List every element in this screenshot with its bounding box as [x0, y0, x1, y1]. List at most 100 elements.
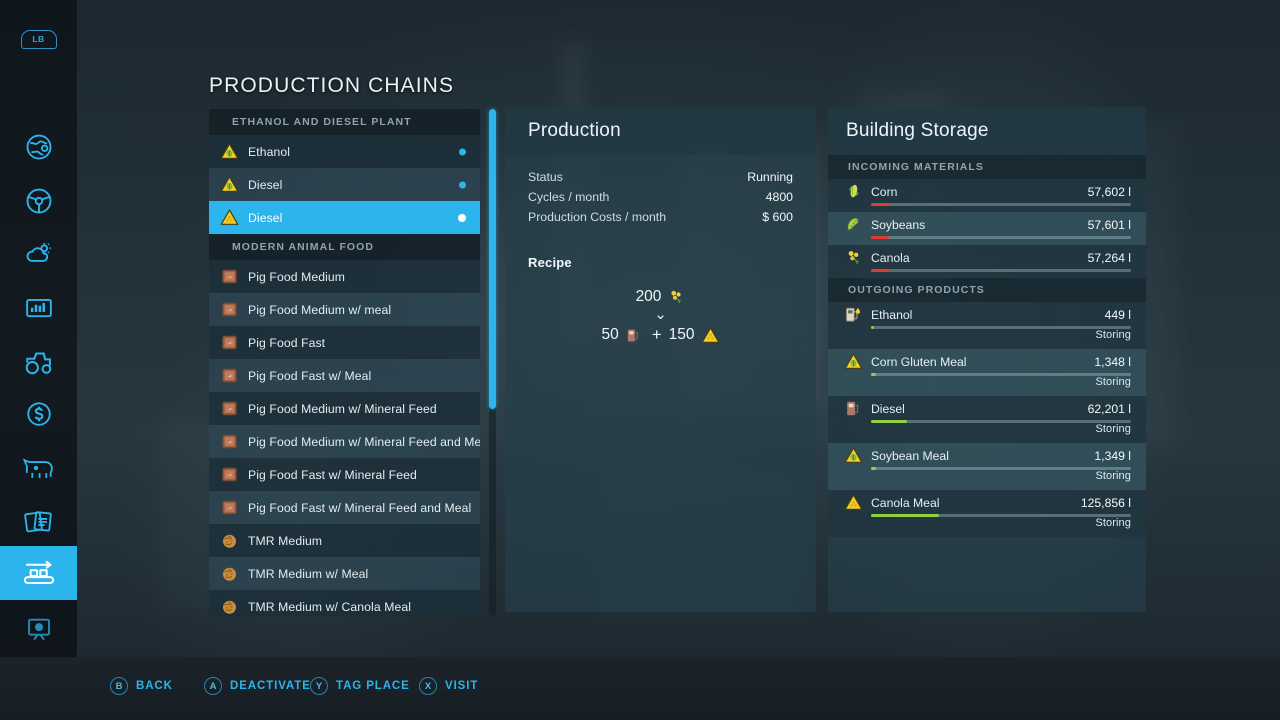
hint-label: DEACTIVATE: [230, 680, 311, 692]
list-item-status-dot: [458, 213, 466, 222]
storage-row-fill-bar: [871, 420, 1131, 423]
production-stat-key: Production Costs / month: [528, 210, 667, 224]
storage-row-name: Soybeans: [871, 217, 926, 232]
list-item-icon: [220, 531, 239, 550]
storage-row-fill: [871, 373, 877, 376]
list-item-label: Pig Food Medium: [248, 269, 346, 284]
sidebar-item-finances[interactable]: [0, 387, 77, 441]
sidebar-item-statistics[interactable]: [0, 281, 77, 335]
storage-row-icon: [844, 305, 863, 324]
storage-row[interactable]: Soybean Meal 1,349 l Storing: [828, 443, 1146, 490]
storage-row-name: Corn: [871, 184, 898, 199]
pig-food-icon: [222, 368, 237, 383]
hazard-green-icon: [220, 143, 239, 159]
list-item-label: Pig Food Fast w/ Meal: [248, 368, 372, 383]
sidebar-item-vehicle-overview[interactable]: [0, 335, 77, 389]
sidebar-item-contracts[interactable]: [0, 495, 77, 549]
list-item-label: Diesel: [248, 210, 283, 225]
production-stat-key: Cycles / month: [528, 190, 610, 204]
list-item-icon: [220, 597, 239, 616]
storage-row[interactable]: Corn 57,602 l: [828, 179, 1146, 212]
sidebar-item-map[interactable]: [0, 120, 77, 174]
pig-food-icon: [222, 401, 237, 416]
storage-row[interactable]: Canola Meal 125,856 l Storing: [828, 490, 1146, 537]
production-list-item[interactable]: Pig Food Medium w/ meal: [209, 293, 480, 326]
production-stat-row: Cycles / month 4800: [505, 187, 816, 207]
production-list-item[interactable]: Pig Food Medium w/ Mineral Feed: [209, 392, 480, 425]
list-item-icon: [220, 142, 239, 161]
storage-row-fill: [871, 420, 908, 423]
hazard-yellow-icon: [220, 209, 239, 225]
production-list-item[interactable]: Pig Food Fast: [209, 326, 480, 359]
hint-label: VISIT: [445, 680, 479, 692]
finances-icon: [26, 402, 51, 426]
storage-row[interactable]: Canola 57,264 l: [828, 245, 1146, 278]
storage-row[interactable]: Soybeans 57,601 l: [828, 212, 1146, 245]
production-list-item[interactable]: Ethanol: [209, 135, 480, 168]
hazard-yellow-icon: [844, 494, 863, 510]
ethanol-pump-icon: [845, 307, 860, 322]
storage-row-status: Storing: [1095, 376, 1131, 388]
list-item-label: Pig Food Medium w/ Mineral Feed and Meal: [248, 434, 480, 449]
production-list-item[interactable]: Pig Food Medium w/ Mineral Feed and Meal: [209, 425, 480, 458]
contracts-icon: [23, 511, 52, 533]
storage-row[interactable]: Ethanol 449 l Storing: [828, 302, 1146, 349]
storage-row-fill: [871, 203, 890, 206]
sidebar-item-gallery[interactable]: [0, 602, 77, 656]
page-title: PRODUCTION CHAINS: [209, 74, 455, 97]
hint-key-badge: X: [419, 677, 437, 695]
hazard-green-icon: [844, 447, 863, 463]
animals-icon: [22, 458, 53, 478]
building-storage-panel: Building Storage INCOMING MATERIALS Corn…: [828, 107, 1146, 612]
storage-row-name: Diesel: [871, 401, 905, 416]
list-item-icon: [220, 399, 239, 418]
production-list[interactable]: ETHANOL AND DIESEL PLANT Ethanol Diesel …: [209, 109, 480, 616]
list-scrollbar[interactable]: [489, 109, 496, 616]
storage-row-amount: 57,601 l: [1087, 217, 1131, 232]
sidebar-item-vehicles[interactable]: [0, 174, 77, 228]
hint-tag-place[interactable]: Y TAG PLACE: [310, 677, 410, 695]
storage-row-fill-bar: [871, 269, 1131, 272]
recipe-input-amount: 200: [635, 288, 662, 305]
recipe-diagram: 200 ⌄ 50 + 150: [505, 288, 816, 345]
storage-row-status: Storing: [1095, 470, 1131, 482]
storage-row-name: Canola: [871, 250, 910, 265]
production-list-item[interactable]: Pig Food Medium: [209, 260, 480, 293]
hint-deactivate[interactable]: A DEACTIVATE: [204, 677, 311, 695]
recipe-plus: +: [651, 325, 662, 344]
recipe-outputs: 50 + 150: [505, 325, 816, 345]
hint-back[interactable]: B BACK: [110, 677, 173, 695]
list-item-status-dot: [459, 181, 466, 188]
production-list-item[interactable]: Diesel: [209, 201, 480, 234]
pig-food-icon: [222, 269, 237, 284]
production-list-item[interactable]: TMR Medium: [209, 524, 480, 557]
bumper-lb: LB: [0, 22, 77, 56]
production-list-item[interactable]: TMR Medium w/ Canola Meal: [209, 590, 480, 616]
list-group-header: ETHANOL AND DIESEL PLANT: [209, 109, 480, 135]
list-scrollbar-thumb[interactable]: [489, 109, 496, 409]
list-item-label: Diesel: [248, 177, 283, 192]
production-list-item[interactable]: Diesel: [209, 168, 480, 201]
pig-food-icon: [222, 302, 237, 317]
hint-visit[interactable]: X VISIT: [419, 677, 478, 695]
storage-row[interactable]: Diesel 62,201 l Storing: [828, 396, 1146, 443]
storage-row-name: Corn Gluten Meal: [871, 354, 967, 369]
tmr-icon: [223, 534, 236, 548]
sidebar-item-production-chains[interactable]: [0, 546, 77, 600]
storage-row-amount: 1,348 l: [1094, 354, 1131, 369]
production-list-item[interactable]: Pig Food Fast w/ Meal: [209, 359, 480, 392]
hazard-green-icon: [220, 176, 239, 192]
production-list-item[interactable]: Pig Food Fast w/ Mineral Feed and Meal: [209, 491, 480, 524]
production-list-item[interactable]: TMR Medium w/ Meal: [209, 557, 480, 590]
hint-key-badge: B: [110, 677, 128, 695]
sidebar-item-animals[interactable]: [0, 441, 77, 495]
storage-row-name: Ethanol: [871, 307, 913, 322]
storage-row[interactable]: Corn Gluten Meal 1,348 l Storing: [828, 349, 1146, 396]
canola-icon: [848, 251, 860, 264]
storage-section-header: OUTGOING PRODUCTS: [828, 278, 1146, 302]
gallery-icon: [27, 618, 50, 641]
pig-food-icon: [222, 500, 237, 515]
bumper-lb-label: LB: [32, 34, 45, 44]
production-list-item[interactable]: Pig Food Fast w/ Mineral Feed: [209, 458, 480, 491]
sidebar-item-weather[interactable]: [0, 227, 77, 281]
